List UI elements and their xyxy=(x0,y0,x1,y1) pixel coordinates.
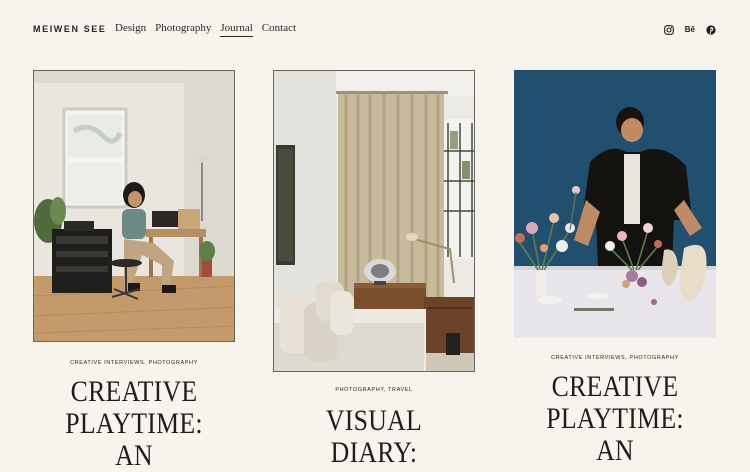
florist-arranging-photo[interactable] xyxy=(514,70,716,338)
journal-post-card[interactable]: PHOTOGRAPHY, TRAVEL VISUAL DIARY: xyxy=(273,70,475,469)
brand-logo[interactable]: MEIWEN SEE xyxy=(33,24,107,34)
nav-contact[interactable]: Contact xyxy=(262,22,296,37)
post-categories[interactable]: PHOTOGRAPHY, TRAVEL xyxy=(273,387,475,393)
nav-photography[interactable]: Photography xyxy=(155,22,211,37)
post-title[interactable]: VISUAL DIARY: xyxy=(287,405,461,469)
post-title[interactable]: CREATIVE PLAYTIME: AN xyxy=(528,371,702,467)
bedroom-interior-photo[interactable] xyxy=(273,70,475,372)
post-categories[interactable]: CREATIVE INTERVIEWS, PHOTOGRAPHY xyxy=(514,355,716,361)
nav-journal[interactable]: Journal xyxy=(220,22,253,37)
instagram-icon[interactable] xyxy=(663,24,674,35)
pinterest-icon[interactable] xyxy=(706,24,716,35)
post-categories[interactable]: CREATIVE INTERVIEWS, PHOTOGRAPHY xyxy=(33,360,235,366)
behance-icon[interactable]: Bē xyxy=(685,24,695,35)
social-links: Bē xyxy=(663,24,716,35)
post-title[interactable]: CREATIVE PLAYTIME: AN xyxy=(47,376,221,472)
nav-design[interactable]: Design xyxy=(115,22,146,37)
journal-post-card[interactable]: CREATIVE INTERVIEWS, PHOTOGRAPHY CREATIV… xyxy=(514,70,716,467)
woman-in-studio-photo[interactable] xyxy=(33,70,235,342)
site-header: MEIWEN SEE Design Photography Journal Co… xyxy=(0,0,750,60)
journal-post-card[interactable]: CREATIVE INTERVIEWS, PHOTOGRAPHY CREATIV… xyxy=(33,70,235,472)
main-nav: Design Photography Journal Contact xyxy=(115,22,296,37)
